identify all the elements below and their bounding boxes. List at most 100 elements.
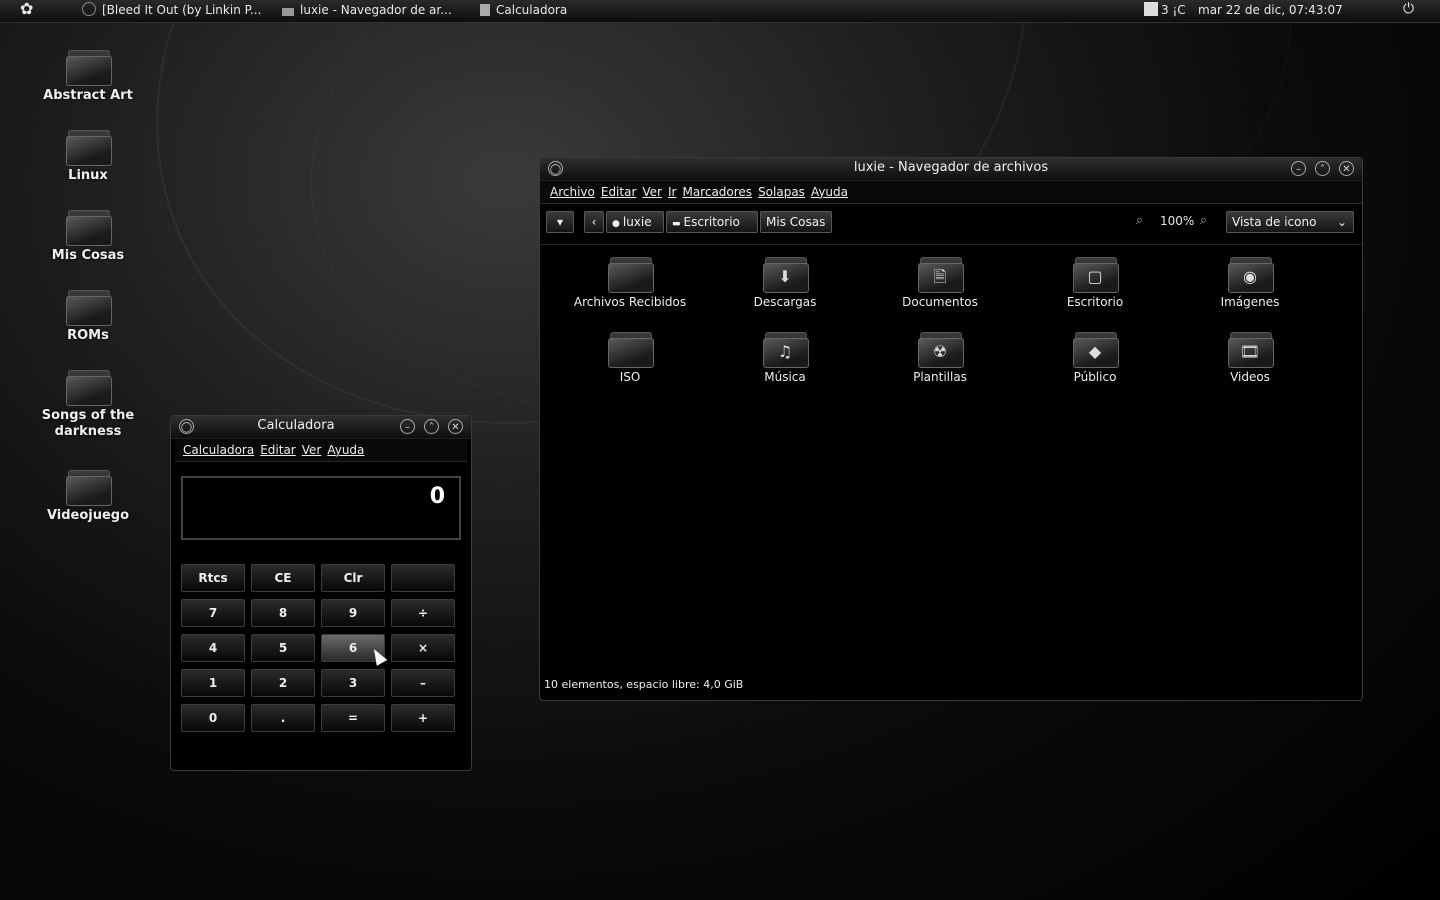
- file-item-descargas[interactable]: ⬇ Descargas: [710, 257, 860, 309]
- calc-button-divide[interactable]: ÷: [391, 599, 455, 627]
- desktop-icon-videojuego[interactable]: Videojuego: [28, 470, 148, 524]
- desktop-icon-abstract-art[interactable]: Abstract Art: [28, 50, 148, 104]
- file-item-videos[interactable]: 🎞 Videos: [1175, 332, 1325, 384]
- path-button-mis-cosas[interactable]: Mis Cosas: [760, 211, 832, 233]
- clock[interactable]: mar 22 de dic, 07:43:07: [1198, 2, 1343, 20]
- file-item-escritorio[interactable]: ▢ Escritorio: [1020, 257, 1170, 309]
- maximize-button[interactable]: ˄: [424, 419, 439, 434]
- menu-ir[interactable]: Ir: [668, 181, 676, 203]
- calculator-titlebar[interactable]: ◯ Calculadora – ˄ ✕: [171, 416, 471, 439]
- desktop-icon-label: Abstract Art: [43, 88, 133, 103]
- file-item-label: Público: [1073, 370, 1117, 384]
- menu-ver[interactable]: Ver: [302, 439, 322, 461]
- calc-button-2[interactable]: 2: [251, 669, 315, 697]
- taskbar-item-label: luxie - Navegador de ar...: [300, 3, 452, 17]
- calc-button-clr[interactable]: Clr: [321, 564, 385, 592]
- location-toolbar: ▾ ‹ ● luxie ▬ Escritorio Mis Cosas ⌕ 100% …: [540, 208, 1362, 245]
- file-item-iso[interactable]: ISO: [555, 332, 705, 384]
- folder-icon: [66, 50, 112, 86]
- calc-button-ce[interactable]: CE: [251, 564, 315, 592]
- minimize-button[interactable]: –: [1291, 161, 1306, 176]
- minimize-button[interactable]: –: [400, 419, 415, 434]
- file-item-label: Plantillas: [913, 370, 967, 384]
- calc-button-3[interactable]: 3: [321, 669, 385, 697]
- calc-button-subtract[interactable]: –: [391, 669, 455, 697]
- status-bar: 10 elementos, espacio libre: 4,0 GiB: [544, 678, 744, 691]
- calc-button-7[interactable]: 7: [181, 599, 245, 627]
- file-item-archivos-recibidos[interactable]: Archivos Recibidos: [555, 257, 705, 309]
- home-icon: ●: [612, 219, 620, 229]
- file-item-documentos[interactable]: 🗎 Documentos: [865, 257, 1015, 309]
- calc-button-equals[interactable]: =: [321, 704, 385, 732]
- calc-button-9[interactable]: 9: [321, 599, 385, 627]
- pictures-folder-icon: ◉: [1228, 257, 1274, 293]
- path-button-escritorio[interactable]: ▬ Escritorio: [666, 211, 758, 233]
- file-item-label: Documentos: [902, 295, 978, 309]
- file-item-imagenes[interactable]: ◉ Imágenes: [1175, 257, 1325, 309]
- top-panel: ✿ [Bleed It Out (by Linkin P... luxie - …: [0, 0, 1440, 23]
- maximize-button[interactable]: ˄: [1315, 161, 1330, 176]
- path-button-luxie[interactable]: ● luxie: [606, 211, 664, 233]
- menu-editar[interactable]: Editar: [260, 439, 296, 461]
- zoom-level: 100%: [1160, 214, 1195, 228]
- desktop-icon: ▬: [672, 219, 681, 229]
- menu-archivo[interactable]: Archivo: [550, 181, 595, 203]
- menu-calculadora[interactable]: Calculadora: [183, 439, 254, 461]
- menu-ayuda[interactable]: Ayuda: [811, 181, 848, 203]
- window-title: luxie - Navegador de archivos: [853, 160, 1049, 175]
- file-browser-titlebar[interactable]: ◯ luxie - Navegador de archivos – ˄ ✕: [540, 158, 1362, 181]
- view-mode-value: Vista de icono: [1232, 215, 1317, 229]
- folder-icon: [66, 470, 112, 506]
- taskbar-item-calculator[interactable]: Calculadora: [480, 2, 567, 20]
- chevron-down-icon: ▾: [556, 215, 564, 229]
- calc-button-5[interactable]: 5: [251, 634, 315, 662]
- desktop-icon-linux[interactable]: Linux: [28, 130, 148, 184]
- file-item-label: Descargas: [753, 295, 817, 309]
- zoom-out-icon[interactable]: ⌕: [1136, 213, 1143, 228]
- file-item-label: Archivos Recibidos: [573, 295, 687, 309]
- public-folder-icon: ◆: [1073, 332, 1119, 368]
- folder-icon: [66, 130, 112, 166]
- calc-button-add[interactable]: +: [391, 704, 455, 732]
- desktop-icon-label: ROMs: [67, 328, 109, 343]
- taskbar-item-music[interactable]: [Bleed It Out (by Linkin P...: [82, 2, 261, 20]
- file-item-label: ISO: [619, 370, 641, 384]
- templates-folder-icon: ☢: [918, 332, 964, 368]
- menu-ver[interactable]: Ver: [642, 181, 662, 203]
- window-title: Calculadora: [257, 418, 335, 433]
- menu-editar[interactable]: Editar: [601, 181, 637, 203]
- path-button-label: luxie: [622, 215, 652, 229]
- toggle-location-button[interactable]: ▾: [546, 211, 574, 233]
- taskbar-item-label: Calculadora: [496, 3, 568, 17]
- calculator-display: 0: [181, 476, 461, 540]
- view-mode-select[interactable]: Vista de icono ⌄: [1226, 211, 1354, 233]
- calc-button-multiply[interactable]: ×: [391, 634, 455, 662]
- calculator-icon: [480, 4, 490, 16]
- desktop-icon-mis-cosas[interactable]: Mis Cosas: [28, 210, 148, 264]
- file-item-plantillas[interactable]: ☢ Plantillas: [865, 332, 1015, 384]
- menu-ayuda[interactable]: Ayuda: [327, 439, 364, 461]
- calc-button-blank[interactable]: [391, 564, 455, 592]
- path-back-button[interactable]: ‹: [584, 211, 604, 233]
- file-browser-menubar: Archivo Editar Ver Ir Marcadores Solapas Ayuda: [540, 181, 1362, 204]
- close-button[interactable]: ✕: [1339, 161, 1354, 176]
- zoom-in-icon[interactable]: ⌕: [1200, 213, 1207, 228]
- menu-marcadores[interactable]: Marcadores: [682, 181, 752, 203]
- calc-button-rtcs[interactable]: Rtcs: [181, 564, 245, 592]
- power-icon[interactable]: ⏻: [1403, 1, 1414, 19]
- calc-button-0[interactable]: 0: [181, 704, 245, 732]
- menu-solapas[interactable]: Solapas: [758, 181, 805, 203]
- desktop-icon-roms[interactable]: ROMs: [28, 290, 148, 344]
- desktop-icon-songs-of-the-darkness[interactable]: Songs of the darkness: [28, 370, 148, 440]
- ubuntu-logo-icon[interactable]: ✿: [20, 1, 33, 19]
- calc-button-8[interactable]: 8: [251, 599, 315, 627]
- calc-button-4[interactable]: 4: [181, 634, 245, 662]
- calc-button-decimal[interactable]: .: [251, 704, 315, 732]
- file-item-publico[interactable]: ◆ Público: [1020, 332, 1170, 384]
- weather-applet[interactable]: 3 ¡C: [1144, 2, 1186, 20]
- file-item-musica[interactable]: ♫ Música: [710, 332, 860, 384]
- taskbar-item-file-browser[interactable]: luxie - Navegador de ar...: [282, 2, 452, 20]
- file-item-label: Imágenes: [1220, 295, 1280, 309]
- calc-button-1[interactable]: 1: [181, 669, 245, 697]
- close-button[interactable]: ✕: [448, 419, 463, 434]
